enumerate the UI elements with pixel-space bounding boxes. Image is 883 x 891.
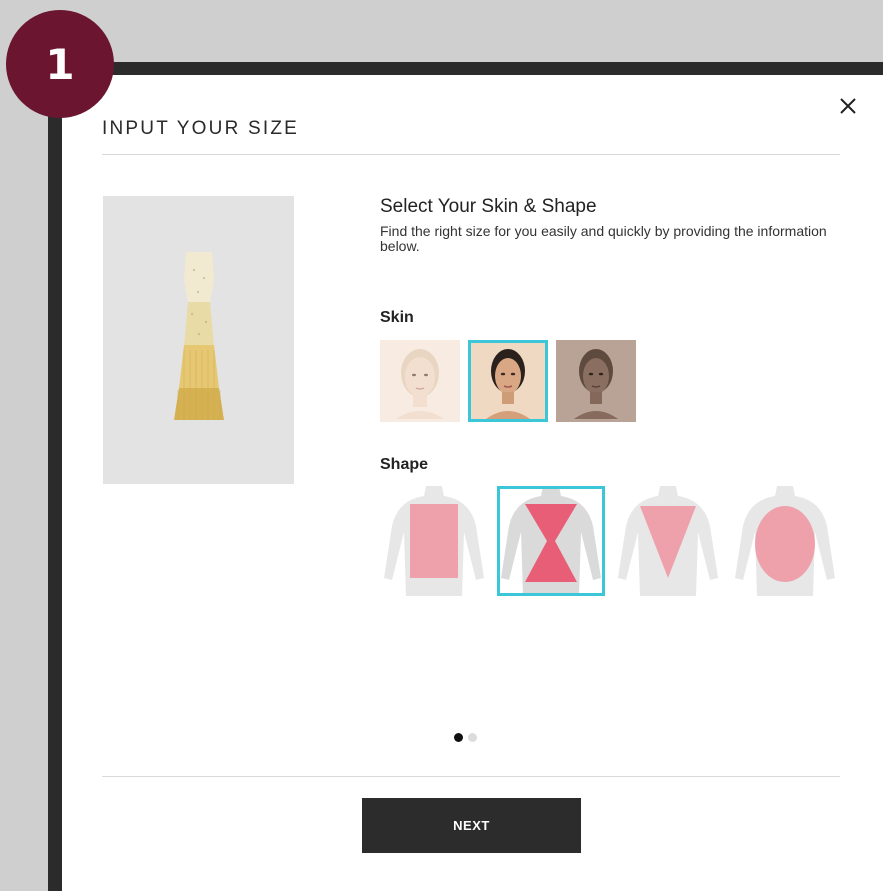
pagination-dots [454,733,477,742]
shape-option-hourglass[interactable] [497,486,605,596]
shape-option-oval[interactable] [731,486,839,596]
footer-divider [102,776,840,777]
header-divider [102,154,840,155]
skin-option-light[interactable] [380,340,460,422]
skin-option-medium[interactable] [468,340,548,422]
pagination-dot-1[interactable] [454,733,463,742]
shape-options [380,486,839,596]
size-modal: INPUT YOUR SIZE Select Your Skin & Shape… [62,75,883,891]
section-heading: Select Your Skin & Shape [380,196,597,217]
shape-option-rectangle[interactable] [380,486,488,596]
shape-label: Shape [380,456,429,473]
pagination-dot-2[interactable] [468,733,477,742]
next-button[interactable]: NEXT [362,798,581,853]
step-number-badge: 1 [6,10,114,118]
skin-option-dark[interactable] [556,340,636,422]
close-icon[interactable] [833,91,863,121]
skin-label: Skin [380,309,414,326]
section-description: Find the right size for you easily and q… [380,223,827,254]
skin-options [380,340,636,422]
modal-title: INPUT YOUR SIZE [102,118,299,139]
selection-panel: Select Your Skin & Shape Find the right … [380,196,850,596]
dress-image [103,196,294,484]
shape-option-inverted-triangle[interactable] [614,486,722,596]
